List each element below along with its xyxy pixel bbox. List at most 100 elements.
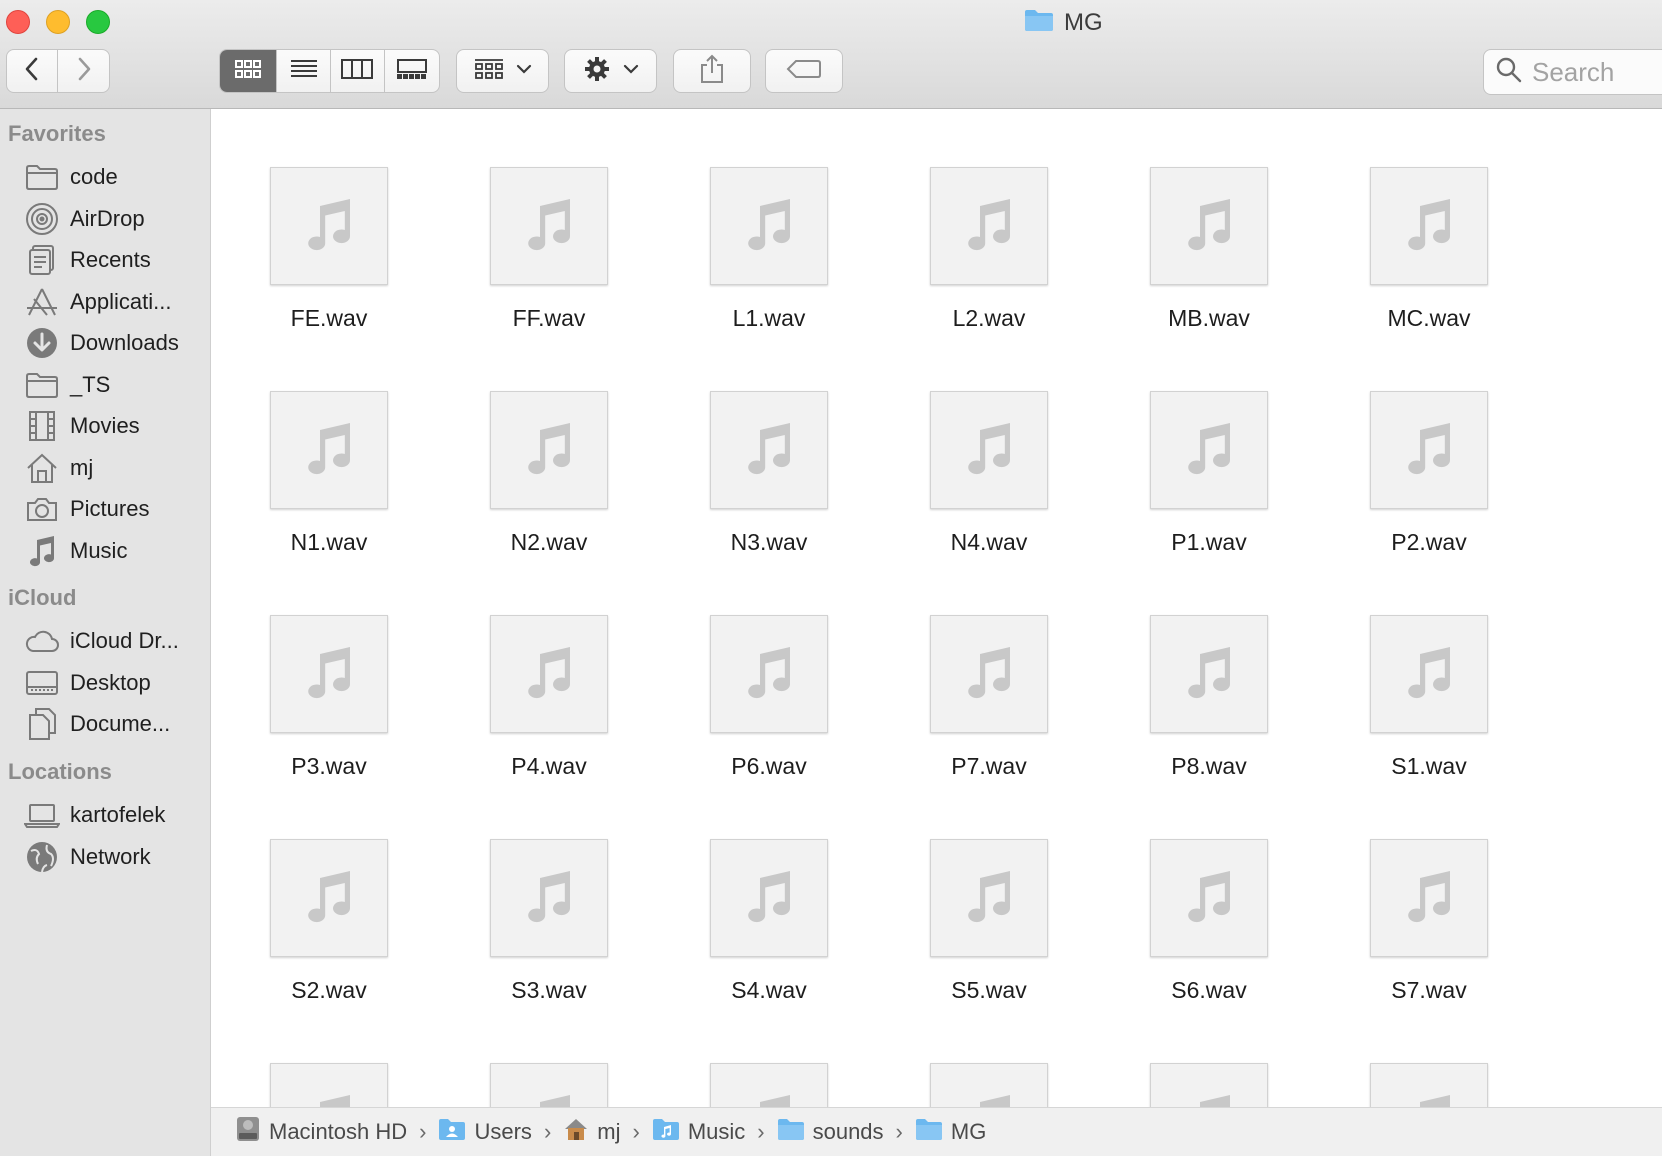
- path-bar: Macintosh HD › Users › mj › Music › sounds › MG: [211, 1107, 1662, 1156]
- file-item[interactable]: MB.wav: [1091, 109, 1311, 331]
- file-name: S6.wav: [1171, 977, 1247, 1003]
- sidebar-item-applicati[interactable]: Applicati...: [0, 282, 211, 322]
- sidebar-item-label: code: [70, 164, 118, 189]
- file-item[interactable]: [651, 1005, 871, 1107]
- file-name: S5.wav: [951, 977, 1027, 1003]
- zoom-window-button[interactable]: [86, 10, 110, 34]
- file-name: S3.wav: [511, 977, 587, 1003]
- minimize-window-button[interactable]: [46, 10, 70, 34]
- chevron-down-icon: [516, 62, 532, 80]
- breadcrumb-separator-icon: ›: [543, 1119, 552, 1144]
- column-view-button[interactable]: [331, 50, 385, 92]
- file-item[interactable]: N4.wav: [871, 333, 1091, 555]
- home-icon: [22, 448, 62, 488]
- chevron-down-icon: [623, 62, 639, 80]
- sidebar-item-pictures[interactable]: Pictures: [0, 489, 211, 529]
- file-name: P8.wav: [1171, 753, 1247, 779]
- file-item[interactable]: P8.wav: [1091, 557, 1311, 779]
- file-name: FF.wav: [512, 305, 586, 331]
- audio-file-thumbnail: [710, 167, 828, 285]
- breadcrumb-item[interactable]: sounds: [777, 1117, 884, 1147]
- sidebar-item-code[interactable]: code: [0, 157, 211, 197]
- file-item[interactable]: [431, 1005, 651, 1107]
- music-note-icon: [1403, 868, 1455, 929]
- breadcrumb-item[interactable]: Users: [438, 1117, 532, 1147]
- music-note-icon: [963, 1092, 1015, 1107]
- file-name: N2.wav: [510, 529, 588, 555]
- file-item[interactable]: P1.wav: [1091, 333, 1311, 555]
- sidebar-item-docume[interactable]: Docume...: [0, 704, 211, 744]
- file-item[interactable]: S5.wav: [871, 781, 1091, 1003]
- music-note-icon: [523, 644, 575, 705]
- sidebar-item--ts[interactable]: _TS: [0, 365, 211, 405]
- file-item[interactable]: S6.wav: [1091, 781, 1311, 1003]
- view-mode-control: [219, 49, 440, 93]
- icon-view-button[interactable]: [220, 50, 278, 92]
- file-name: P6.wav: [731, 753, 807, 779]
- audio-file-thumbnail: [270, 167, 388, 285]
- file-item[interactable]: N1.wav: [211, 333, 431, 555]
- music-folder-icon: [652, 1117, 680, 1147]
- file-item[interactable]: FF.wav: [431, 109, 651, 331]
- file-item[interactable]: P4.wav: [431, 557, 651, 779]
- file-name: S7.wav: [1391, 977, 1467, 1003]
- file-item[interactable]: [211, 1005, 431, 1107]
- tag-button[interactable]: [765, 49, 843, 93]
- file-item[interactable]: N2.wav: [431, 333, 651, 555]
- sidebar-item-kartofelek[interactable]: kartofelek: [0, 795, 211, 835]
- sidebar-item-mj[interactable]: mj: [0, 448, 211, 488]
- window-title-text: MG: [1064, 9, 1103, 36]
- file-item[interactable]: S1.wav: [1311, 557, 1531, 779]
- file-item[interactable]: FE.wav: [211, 109, 431, 331]
- close-window-button[interactable]: [6, 10, 30, 34]
- breadcrumb-item[interactable]: Macintosh HD: [235, 1115, 407, 1149]
- file-item[interactable]: MC.wav: [1311, 109, 1531, 331]
- music-note-icon: [743, 420, 795, 481]
- file-item[interactable]: [1091, 1005, 1311, 1107]
- back-button[interactable]: [7, 50, 59, 92]
- sidebar-item-airdrop[interactable]: AirDrop: [0, 199, 211, 239]
- sidebar-item-label: Applicati...: [70, 288, 172, 314]
- file-item[interactable]: N3.wav: [651, 333, 871, 555]
- sidebar-item-downloads[interactable]: Downloads: [0, 323, 211, 363]
- file-item[interactable]: P7.wav: [871, 557, 1091, 779]
- search-placeholder: Search: [1532, 56, 1615, 87]
- search-field[interactable]: Search: [1483, 49, 1662, 95]
- list-view-button[interactable]: [277, 50, 331, 92]
- sidebar-item-music[interactable]: Music: [0, 531, 211, 571]
- group-by-button[interactable]: [456, 49, 549, 93]
- sidebar-item-network[interactable]: Network: [0, 837, 211, 877]
- file-item[interactable]: P6.wav: [651, 557, 871, 779]
- sidebar-item-recents[interactable]: Recents: [0, 240, 211, 280]
- audio-file-thumbnail: [270, 839, 388, 957]
- gear-icon: [583, 55, 611, 88]
- laptop-icon: [22, 795, 62, 835]
- file-item[interactable]: S7.wav: [1311, 781, 1531, 1003]
- breadcrumb-item[interactable]: mj: [563, 1117, 620, 1147]
- file-item[interactable]: L1.wav: [651, 109, 871, 331]
- file-item[interactable]: S3.wav: [431, 781, 651, 1003]
- sidebar-item-icloud-dr[interactable]: iCloud Dr...: [0, 621, 211, 661]
- movies-icon: [22, 406, 62, 446]
- breadcrumb-item[interactable]: Music: [652, 1117, 745, 1147]
- audio-file-thumbnail: [1370, 839, 1488, 957]
- sidebar-item-movies[interactable]: Movies: [0, 406, 211, 446]
- music-note-icon: [1183, 644, 1235, 705]
- audio-file-thumbnail: [930, 167, 1048, 285]
- forward-button[interactable]: [58, 50, 109, 92]
- gallery-view-button[interactable]: [385, 50, 439, 92]
- file-item[interactable]: S2.wav: [211, 781, 431, 1003]
- file-item[interactable]: [871, 1005, 1091, 1107]
- action-menu-button[interactable]: [564, 49, 657, 93]
- sidebar-section-heading: Favorites: [8, 121, 106, 146]
- share-button[interactable]: [673, 49, 751, 93]
- sidebar-item-desktop[interactable]: Desktop: [0, 663, 211, 703]
- breadcrumb-item[interactable]: MG: [915, 1117, 986, 1147]
- file-item[interactable]: P2.wav: [1311, 333, 1531, 555]
- desktop-icon: [22, 663, 62, 703]
- file-item[interactable]: S4.wav: [651, 781, 871, 1003]
- file-item[interactable]: P3.wav: [211, 557, 431, 779]
- file-item[interactable]: L2.wav: [871, 109, 1091, 331]
- music-note-icon: [303, 644, 355, 705]
- file-item[interactable]: [1311, 1005, 1531, 1107]
